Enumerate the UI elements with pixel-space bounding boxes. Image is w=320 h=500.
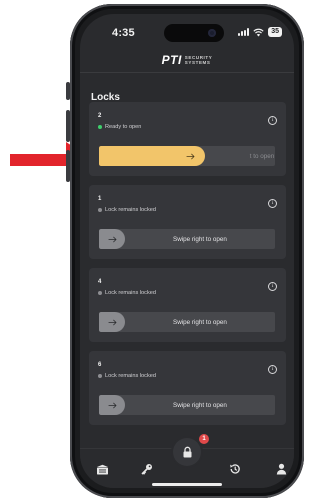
arrow-right-icon [108,236,117,242]
tab-profile[interactable] [274,463,288,475]
locks-list-icon [96,464,108,474]
arrow-right-icon [108,402,117,408]
status-bar: 4:35 35 [80,14,294,52]
swipe-to-open-slider[interactable]: Swipe right to open [99,312,275,332]
lock-number: 4 [98,279,102,285]
stage: 4:35 35 PTI SECURITY SYSTEMS Locks 2 Rea… [0,0,306,500]
lock-status-text: Ready to open [105,124,142,130]
swipe-to-open-slider[interactable]: Swipe right to open [99,395,275,415]
status-time: 4:35 [112,27,135,39]
brand-tagline-line: SYSTEMS [184,60,211,65]
slider-handle[interactable] [99,312,125,332]
slider-handle[interactable] [99,229,125,249]
app-screen: 4:35 35 PTI SECURITY SYSTEMS Locks 2 Rea… [80,14,294,488]
lock-status: Lock remains locked [98,290,156,296]
status-icons: 35 [238,27,282,37]
battery-indicator: 35 [268,27,282,37]
lock-number: 1 [98,196,102,202]
tab-history[interactable] [228,463,242,475]
user-icon [276,463,286,475]
arrow-right-icon [108,319,117,325]
slider-label: Swipe right to open [173,235,227,243]
swipe-to-open-slider[interactable]: Swipe right to open [99,229,275,249]
status-dot-icon [98,374,102,378]
arrow-right-icon [186,153,195,159]
tab-locks[interactable] [95,463,109,475]
lock-status: Lock remains locked [98,373,156,379]
info-icon[interactable]: i [268,365,277,374]
brand-logo: PTI SECURITY SYSTEMS [80,53,294,67]
wifi-icon [253,28,264,37]
lock-card: 6 Lock remains locked i Swipe right to o… [89,351,286,425]
info-icon[interactable]: i [268,199,277,208]
lock-status-text: Lock remains locked [105,373,156,379]
key-icon [141,464,152,475]
slider-handle[interactable] [99,146,205,166]
lock-number: 6 [98,362,102,368]
tab-unlock[interactable] [173,438,201,466]
lock-card: 1 Lock remains locked i Swipe right to o… [89,185,286,259]
brand-tagline: SECURITY SYSTEMS [185,55,213,65]
lock-status-text: Lock remains locked [105,290,156,296]
status-dot-icon [98,291,102,295]
lock-status-text: Lock remains locked [105,207,156,213]
camera-icon [208,29,216,37]
dynamic-island [164,24,224,42]
lock-card: 2 Ready to open i t to open [89,102,286,176]
status-dot-icon [98,208,102,212]
signal-icon [238,28,250,36]
tab-bar: 1 [80,434,294,488]
history-icon [230,464,240,474]
tab-keys[interactable] [140,463,154,475]
lock-card: 4 Lock remains locked i Swipe right to o… [89,268,286,342]
info-icon[interactable]: i [268,116,277,125]
status-dot-icon [98,125,102,129]
lock-status: Ready to open [98,124,141,130]
slider-label: Swipe right to open [173,318,227,326]
lock-status: Lock remains locked [98,207,156,213]
notification-badge: 1 [199,434,209,444]
lock-icon [183,446,191,458]
slider-label: Swipe right to open [173,401,227,409]
header-divider [80,72,294,73]
brand-name: PTI [161,53,182,67]
slider-handle[interactable] [99,395,125,415]
swipe-to-open-slider[interactable]: t to open [99,146,275,166]
info-icon[interactable]: i [268,282,277,291]
home-indicator[interactable] [152,483,222,486]
lock-number: 2 [98,113,102,119]
